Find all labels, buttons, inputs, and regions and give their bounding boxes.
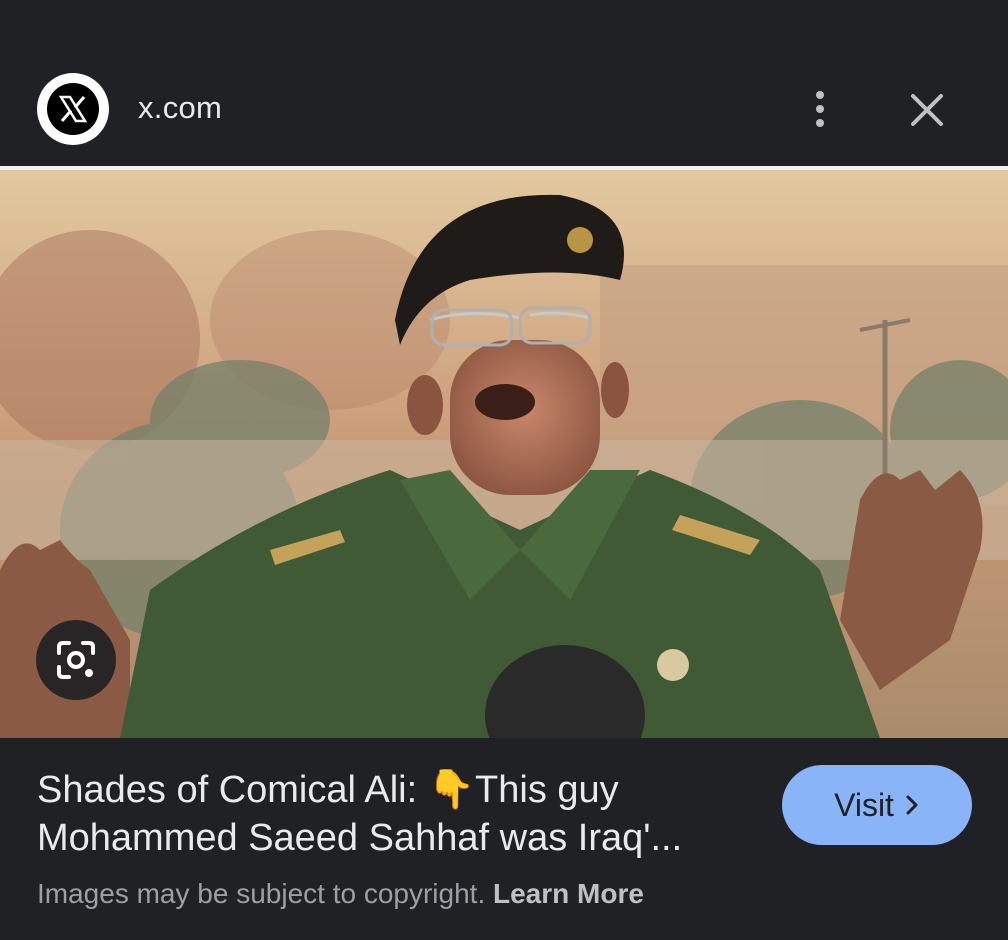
site-favicon[interactable] (37, 73, 109, 145)
google-lens-icon (57, 641, 95, 679)
learn-more-link[interactable]: Learn More (493, 878, 644, 909)
close-button[interactable] (905, 88, 949, 132)
preview-image[interactable] (0, 166, 1008, 738)
more-vert-icon (816, 91, 824, 99)
copyright-text: Images may be subject to copyright. (37, 878, 486, 909)
chevron-right-icon (906, 795, 918, 815)
site-name[interactable]: x.com (138, 90, 222, 126)
image-caption-title[interactable]: Shades of Comical Ali: 👇This guy Mohamme… (37, 766, 777, 862)
more-vert-icon-dot (816, 119, 824, 127)
x-logo-icon (47, 83, 99, 135)
google-lens-button[interactable] (36, 620, 116, 700)
close-icon (911, 94, 943, 126)
more-vert-icon-dot (816, 105, 824, 113)
more-options-button[interactable] (800, 86, 840, 132)
image-viewer-header: x.com (0, 0, 1008, 166)
visit-button[interactable]: Visit (782, 765, 972, 845)
photo-illustration (0, 170, 1008, 738)
visit-button-label: Visit (834, 786, 894, 823)
copyright-notice: Images may be subject to copyright. Lear… (37, 878, 644, 910)
